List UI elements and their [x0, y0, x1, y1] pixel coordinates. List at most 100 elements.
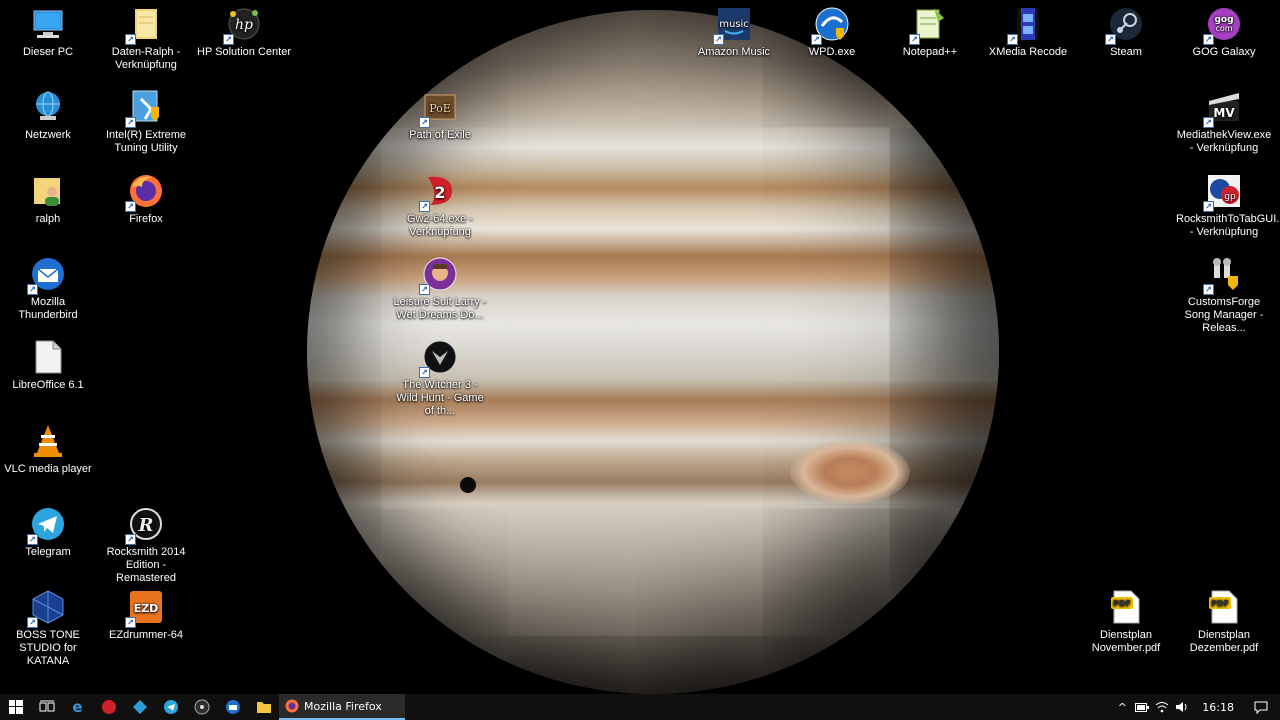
shortcut-arrow-icon: ↗ — [125, 117, 136, 128]
desktop-icon-mediathekview[interactable]: MV ↗ MediathekView.exe - Verknüpfung — [1176, 89, 1272, 155]
desktop-icon-rocksmith-2014[interactable]: R ↗ Rocksmith 2014 Edition - Remastered — [98, 506, 194, 585]
folder-icon — [256, 702, 271, 713]
svg-text:R: R — [138, 515, 154, 536]
desktop-icon-libreoffice[interactable]: LibreOffice 6.1 — [0, 339, 96, 392]
shortcut-arrow-icon: ↗ — [419, 284, 430, 295]
desktop-icon-customsforge[interactable]: ↗ CustomsForge Song Manager - Releas... — [1176, 256, 1272, 335]
great-red-spot — [790, 440, 910, 504]
wifi-icon — [1155, 702, 1169, 713]
desktop-icon-vlc[interactable]: VLC media player — [0, 423, 96, 476]
desktop-icon-rocksmith-to-tab[interactable]: gp ↗ RocksmithToTabGUI... - Verknüpfung — [1176, 173, 1280, 239]
pdf-icon: PDF — [1108, 589, 1144, 625]
shortcut-arrow-icon: ↗ — [27, 284, 38, 295]
taskbar-edge-button[interactable]: e — [62, 694, 93, 720]
gog-icon: gog com ↗ — [1203, 6, 1242, 45]
desktop-icon-intel-xtu[interactable]: ↗ Intel(R) Extreme Tuning Utility — [98, 89, 194, 155]
gw2-text: 2 — [434, 183, 445, 202]
mediathekview-icon: MV ↗ — [1203, 89, 1242, 128]
shortcut-arrow-icon: ↗ — [419, 117, 430, 128]
edge-icon: e — [72, 698, 83, 716]
taskbar-gw2-button[interactable] — [93, 694, 124, 720]
notepadpp-icon: ↗ — [909, 6, 948, 45]
shortcut-arrow-icon: ↗ — [125, 534, 136, 545]
xmedia-icon: ↗ — [1007, 6, 1046, 45]
poe-text: PoE — [429, 102, 451, 115]
gw2-icon: 2 ↗ — [419, 173, 458, 212]
mv-text: MV — [1213, 106, 1235, 120]
shortcut-arrow-icon: ↗ — [125, 34, 136, 45]
shortcut-arrow-icon: ↗ — [125, 617, 136, 628]
taskbar-vscode-button[interactable] — [124, 694, 155, 720]
svg-text:com: com — [1215, 24, 1232, 33]
battery-button[interactable] — [1132, 702, 1152, 712]
shortcut-arrow-icon: ↗ — [27, 534, 38, 545]
desktop-icon-steam[interactable]: ↗ Steam — [1078, 6, 1174, 59]
desktop-icon-netzwerk[interactable]: Netzwerk — [0, 89, 96, 142]
desktop-icon-amazon-music[interactable]: music ↗ Amazon Music — [686, 6, 782, 59]
shortcut-arrow-icon: ↗ — [1007, 34, 1018, 45]
ezdrummer-icon: EZD ↗ — [125, 589, 164, 628]
volume-button[interactable] — [1172, 701, 1192, 713]
shortcut-arrow-icon: ↗ — [811, 34, 822, 45]
system-tray: ^ 16:18 — [1112, 694, 1280, 720]
desktop-icon-ezdrummer[interactable]: EZD ↗ EZdrummer-64 — [98, 589, 194, 642]
desktop-icon-wpd[interactable]: ↗ WPD.exe — [784, 6, 880, 59]
desktop-icon-path-of-exile[interactable]: PoE ↗ Path of Exile — [392, 89, 488, 142]
pdf-text: PDF — [1211, 599, 1229, 608]
desktop-icon-daten-ralph[interactable]: ↗ Daten-Ralph - Verknüpfung — [98, 6, 194, 72]
shortcut-arrow-icon: ↗ — [1105, 34, 1116, 45]
taskbar-thunderbird-button[interactable] — [217, 694, 248, 720]
desktop-icon-notepadpp[interactable]: ↗ Notepad++ — [882, 6, 978, 59]
telegram-icon: ↗ — [27, 506, 66, 545]
user-folder-icon — [30, 173, 66, 209]
desktop-icon-firefox[interactable]: ↗ Firefox — [98, 173, 194, 226]
chevron-up-icon: ^ — [1117, 700, 1127, 714]
taskbar: e Mozilla Firefox ^ 16:18 — [0, 694, 1280, 720]
clock[interactable]: 16:18 — [1192, 701, 1248, 714]
moon-shadow — [460, 477, 476, 493]
windows-logo-icon — [8, 700, 23, 714]
wifi-button[interactable] — [1152, 701, 1172, 713]
shortcut-arrow-icon: ↗ — [419, 201, 430, 212]
desktop-icon-leisure-suit-larry[interactable]: ↗ Leisure Suit Larry - Wet Dreams Do... — [392, 256, 488, 322]
thunderbird-icon — [225, 700, 240, 714]
diamond-app-icon — [132, 700, 147, 714]
rs-text: gp — [1224, 192, 1236, 202]
poe-icon: PoE ↗ — [419, 89, 458, 128]
shortcut-arrow-icon: ↗ — [125, 201, 136, 212]
action-center-button[interactable] — [1248, 701, 1274, 714]
notification-icon — [1254, 701, 1268, 714]
desktop-icon-gog-galaxy[interactable]: gog com ↗ GOG Galaxy — [1176, 6, 1272, 59]
telegram-icon — [163, 700, 178, 714]
taskbar-firefox-window[interactable]: Mozilla Firefox — [279, 694, 405, 720]
taskbar-obs-button[interactable] — [186, 694, 217, 720]
desktop-icon-witcher-3[interactable]: ↗ The Witcher 3 - Wild Hunt - Game of th… — [392, 339, 488, 418]
start-button[interactable] — [0, 694, 31, 720]
boss-icon: ↗ — [27, 589, 66, 628]
pdf-text: PDF — [1113, 599, 1131, 608]
desktop-icon-thunderbird[interactable]: ↗ Mozilla Thunderbird — [0, 256, 96, 322]
desktop-icon-boss-tone-studio[interactable]: ↗ BOSS TONE STUDIO for KATANA — [0, 589, 96, 668]
network-icon — [30, 89, 66, 125]
taskbar-explorer-button[interactable] — [248, 694, 279, 720]
desktop-icon-gw2[interactable]: 2 ↗ Gw2-64.exe - Verknüpfung — [392, 173, 488, 239]
shortcut-arrow-icon: ↗ — [713, 34, 724, 45]
desktop-icon-ralph[interactable]: ralph — [0, 173, 96, 226]
desktop-icon-xmedia-recode[interactable]: ↗ XMedia Recode — [980, 6, 1076, 59]
ezd-text: EZD — [134, 602, 159, 615]
obs-icon — [194, 699, 209, 715]
thunderbird-icon: ↗ — [27, 256, 66, 295]
task-view-button[interactable] — [31, 694, 62, 720]
hp-icon: hp ↗ — [223, 6, 262, 45]
rocksmith-icon: R ↗ — [125, 506, 164, 545]
desktop-icon-dienstplan-november[interactable]: PDF Dienstplan November.pdf — [1078, 589, 1174, 655]
desktop-icon-hp-solution-center[interactable]: hp ↗ HP Solution Center — [196, 6, 292, 59]
customsforge-icon: ↗ — [1203, 256, 1242, 295]
desktop-icon-dieser-pc[interactable]: Dieser PC — [0, 6, 96, 59]
taskbar-telegram-button[interactable] — [155, 694, 186, 720]
gw2-icon — [101, 700, 116, 714]
desktop-icon-dienstplan-dezember[interactable]: PDF Dienstplan Dezember.pdf — [1176, 589, 1272, 655]
tray-overflow-button[interactable]: ^ — [1112, 701, 1132, 714]
desktop-icon-telegram[interactable]: ↗ Telegram — [0, 506, 96, 559]
taskbar-app-label: Mozilla Firefox — [304, 699, 382, 713]
